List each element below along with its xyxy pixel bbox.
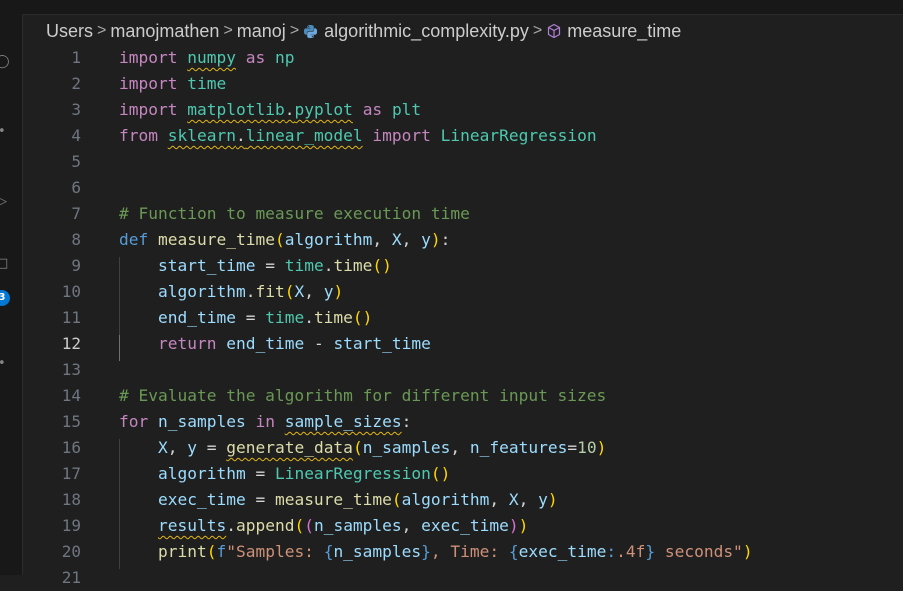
- code-comment[interactable]: # Evaluate the algorithm for different i…: [119, 383, 606, 409]
- line-number: 15: [61, 412, 81, 431]
- method-cube-icon: [548, 23, 561, 39]
- code-line: 11 end_time = time.time(): [23, 305, 903, 331]
- code-line: 21: [23, 565, 903, 591]
- line-number: 21: [61, 568, 81, 587]
- code-text[interactable]: start_time = time.time(): [119, 253, 392, 279]
- line-number: 17: [61, 464, 81, 483]
- code-text[interactable]: import time: [119, 71, 226, 97]
- code-text[interactable]: end_time = time.time(): [119, 305, 372, 331]
- line-number: 11: [61, 308, 81, 327]
- line-number: 6: [71, 178, 81, 197]
- breadcrumb-separator-icon: >: [97, 22, 107, 39]
- code-comment[interactable]: # Function to measure execution time: [119, 201, 470, 227]
- code-line: 4 from sklearn.linear_model import Linea…: [23, 123, 903, 149]
- line-number: 18: [61, 490, 81, 509]
- accounts-icon[interactable]: •: [0, 356, 6, 371]
- breadcrumb-separator-icon: >: [223, 22, 233, 39]
- code-text[interactable]: import numpy as np: [119, 45, 294, 71]
- line-number: 19: [61, 516, 81, 535]
- code-text[interactable]: algorithm.fit(X, y): [119, 279, 343, 305]
- code-text[interactable]: results.append((n_samples, exec_time)): [119, 513, 528, 539]
- source-control-icon[interactable]: •: [0, 124, 6, 139]
- line-number: 5: [71, 152, 81, 171]
- run-debug-icon[interactable]: ▷: [0, 194, 7, 209]
- code-line: 1 import numpy as np: [23, 45, 903, 71]
- notification-badge: 3: [0, 290, 10, 306]
- title-bar: [0, 0, 903, 15]
- code-text[interactable]: algorithm = LinearRegression(): [119, 461, 450, 487]
- line-number: 16: [61, 438, 81, 457]
- line-number: 1: [71, 48, 81, 67]
- breadcrumb-item-symbol[interactable]: measure_time: [567, 21, 681, 42]
- line-number: 14: [61, 386, 81, 405]
- line-number: 12: [61, 334, 81, 353]
- code-text[interactable]: exec_time = measure_time(algorithm, X, y…: [119, 487, 558, 513]
- code-line: 20 print(f"Samples: {n_samples}, Time: {…: [23, 539, 903, 565]
- code-line: 2 import time: [23, 71, 903, 97]
- code-line: 17 algorithm = LinearRegression(): [23, 461, 903, 487]
- code-line: 15 for n_samples in sample_sizes:: [23, 409, 903, 435]
- code-line: 9 start_time = time.time(): [23, 253, 903, 279]
- code-line: 6: [23, 175, 903, 201]
- breadcrumb-separator-icon: >: [532, 22, 543, 39]
- line-number: 3: [71, 100, 81, 119]
- code-editor[interactable]: 1 import numpy as np 2 import time 3 imp…: [23, 45, 903, 587]
- code-line: 10 algorithm.fit(X, y): [23, 279, 903, 305]
- breadcrumb-item-manoj[interactable]: manoj: [237, 21, 286, 42]
- code-line: 5: [23, 149, 903, 175]
- line-number: 9: [71, 256, 81, 275]
- code-text[interactable]: return end_time - start_time: [119, 331, 431, 357]
- code-text[interactable]: X, y = generate_data(n_samples, n_featur…: [119, 435, 606, 461]
- breadcrumb: Users > manojmathen > manoj > algorithmi…: [46, 19, 681, 43]
- code-line: 19 results.append((n_samples, exec_time)…: [23, 513, 903, 539]
- line-number: 13: [61, 360, 81, 379]
- code-text[interactable]: from sklearn.linear_model import LinearR…: [119, 123, 597, 149]
- code-text[interactable]: def measure_time(algorithm, X, y):: [119, 227, 450, 253]
- code-line-active: 12 return end_time - start_time: [23, 331, 903, 357]
- code-text[interactable]: for n_samples in sample_sizes:: [119, 409, 411, 435]
- code-line: 8 def measure_time(algorithm, X, y):: [23, 227, 903, 253]
- breadcrumb-item-manojmathen[interactable]: manojmathen: [110, 21, 219, 42]
- code-line: 7 # Function to measure execution time: [23, 201, 903, 227]
- code-line: 3 import matplotlib.pyplot as plt: [23, 97, 903, 123]
- code-text[interactable]: print(f"Samples: {n_samples}, Time: {exe…: [119, 539, 753, 565]
- code-text[interactable]: import matplotlib.pyplot as plt: [119, 97, 421, 123]
- code-line: 16 X, y = generate_data(n_samples, n_fea…: [23, 435, 903, 461]
- breadcrumb-separator-icon: >: [289, 22, 300, 39]
- line-number: 10: [61, 282, 81, 301]
- line-number: 7: [71, 204, 81, 223]
- code-line: 13: [23, 357, 903, 383]
- breadcrumb-item-users[interactable]: Users: [46, 21, 93, 42]
- activity-bar: ◯ • ▷ □ 3 •: [0, 14, 23, 575]
- line-number: 4: [71, 126, 81, 145]
- code-line: 18 exec_time = measure_time(algorithm, X…: [23, 487, 903, 513]
- python-file-icon: [304, 24, 318, 38]
- extensions-icon[interactable]: □: [0, 256, 8, 271]
- line-number: 8: [71, 230, 81, 249]
- code-line: 14 # Evaluate the algorithm for differen…: [23, 383, 903, 409]
- search-icon[interactable]: ◯: [0, 54, 10, 69]
- line-number: 2: [71, 74, 81, 93]
- line-number: 20: [61, 542, 81, 561]
- breadcrumb-item-file[interactable]: algorithmic_complexity.py: [324, 21, 529, 42]
